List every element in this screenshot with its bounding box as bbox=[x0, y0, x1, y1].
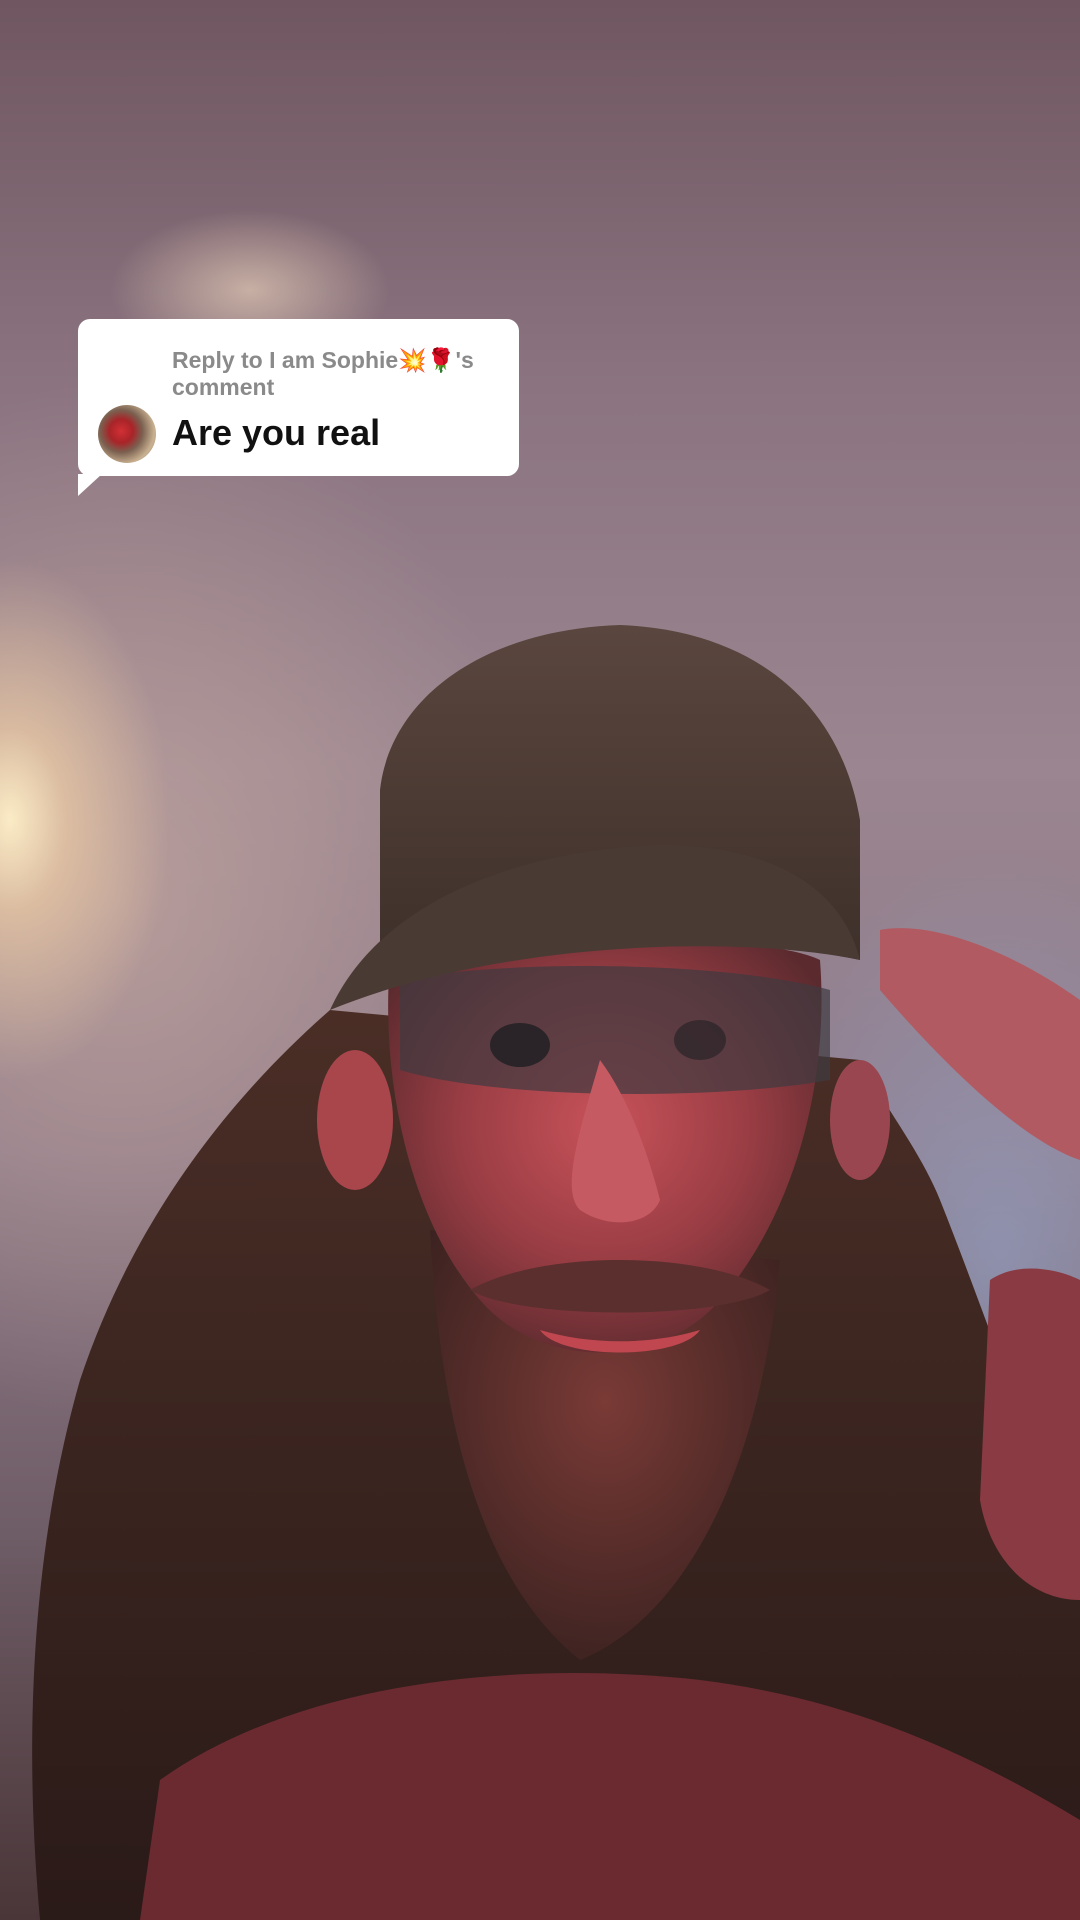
video-frame[interactable]: Reply to I am Sophie💥🌹's comment Are you… bbox=[0, 0, 1080, 1920]
user-avatar-icon[interactable] bbox=[98, 405, 156, 463]
comment-text: Are you real bbox=[172, 412, 381, 453]
reply-meta-text: Reply to I am Sophie💥🌹's comment bbox=[172, 347, 474, 400]
reply-comment-card[interactable]: Reply to I am Sophie💥🌹's comment Are you… bbox=[78, 319, 519, 496]
bubble-tail bbox=[78, 474, 102, 496]
video-subject bbox=[32, 625, 1080, 1920]
